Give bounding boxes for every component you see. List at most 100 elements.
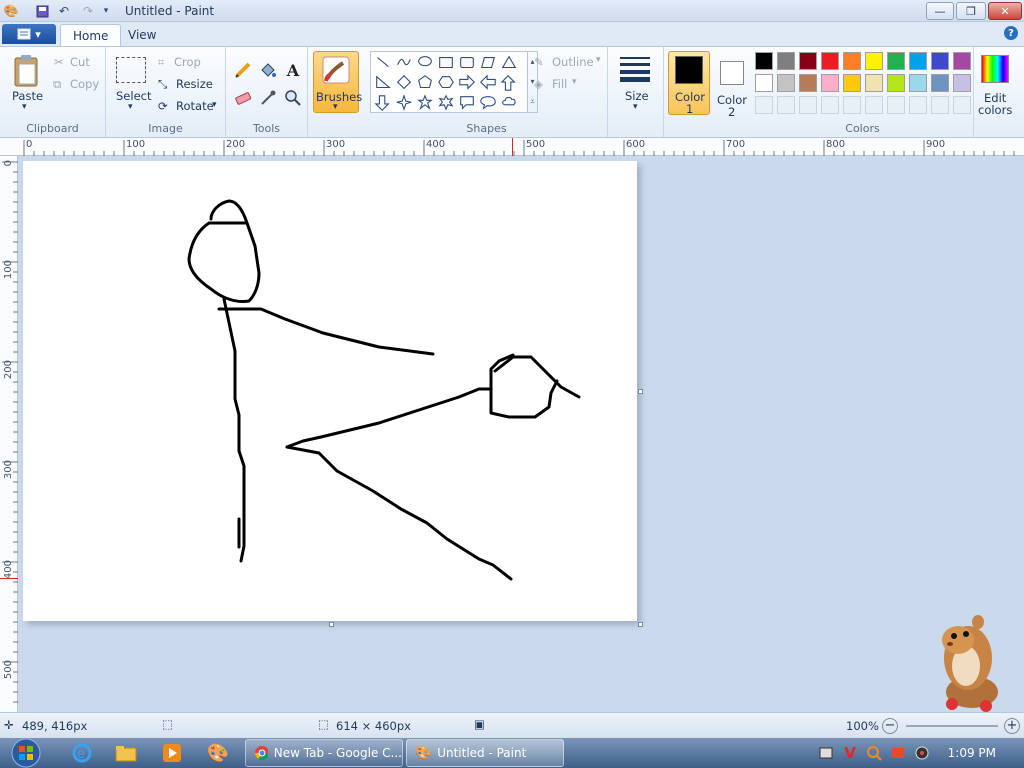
palette-swatch[interactable] [755, 74, 773, 92]
tray-icon-v[interactable]: V [838, 740, 862, 766]
shape-option-icon[interactable] [418, 56, 432, 67]
chevron-down-icon[interactable]: ▾ [22, 102, 27, 112]
palette-custom-slot[interactable] [931, 96, 949, 114]
paste-button[interactable]: Paste [12, 89, 43, 103]
outline-icon[interactable]: ✎ [534, 55, 544, 69]
close-button[interactable]: ✕ [988, 2, 1022, 20]
select-icon[interactable] [116, 57, 146, 83]
shape-option-icon[interactable] [438, 76, 454, 89]
pencil-icon[interactable] [232, 59, 254, 81]
crop-icon[interactable]: ⌗ [158, 55, 164, 70]
text-tool-icon[interactable]: A [282, 59, 304, 81]
palette-custom-slot[interactable] [777, 96, 795, 114]
shape-option-icon[interactable] [396, 75, 412, 90]
cut-icon[interactable]: ✂ [54, 55, 64, 69]
palette-swatch[interactable] [865, 74, 883, 92]
palette-swatch[interactable] [887, 52, 905, 70]
shape-option-icon[interactable] [397, 58, 411, 66]
shape-option-icon[interactable] [500, 75, 516, 91]
palette-swatch[interactable] [777, 52, 795, 70]
fill-button[interactable]: Fill [552, 77, 567, 91]
shape-option-icon[interactable] [417, 94, 433, 110]
media-player-icon[interactable] [154, 740, 190, 766]
canvas-resize-handle-bottom[interactable] [329, 622, 334, 627]
shape-option-icon[interactable] [418, 75, 432, 89]
fill-icon[interactable]: ◈ [534, 77, 543, 91]
palette-swatch[interactable] [953, 74, 971, 92]
tab-home[interactable]: Home [60, 24, 122, 46]
palette-swatch[interactable] [843, 52, 861, 70]
crop-button[interactable]: Crop [174, 55, 201, 69]
start-button[interactable] [6, 738, 46, 768]
color-picker-icon[interactable] [257, 87, 279, 109]
tab-view[interactable]: View [116, 24, 168, 46]
palette-swatch[interactable] [909, 52, 927, 70]
size-button[interactable]: Size [625, 89, 649, 103]
shape-option-icon[interactable] [480, 57, 496, 69]
zoom-slider[interactable] [906, 725, 998, 727]
palette-custom-slot[interactable] [887, 96, 905, 114]
palette-custom-slot[interactable] [755, 96, 773, 114]
palette-swatch[interactable] [843, 74, 861, 92]
shapes-icons[interactable] [371, 52, 529, 114]
outline-button[interactable]: Outline [552, 55, 594, 69]
shape-option-icon[interactable] [396, 94, 412, 112]
palette-custom-slot[interactable] [909, 96, 927, 114]
magnifier-icon[interactable] [282, 87, 304, 109]
undo-icon[interactable]: ↶ [56, 3, 72, 19]
copy-button[interactable]: Copy [70, 77, 99, 91]
shape-option-icon[interactable] [439, 57, 453, 69]
color1-button[interactable]: Color 1 [668, 51, 710, 116]
color2-button[interactable]: Color 2 [713, 51, 751, 119]
drawing-canvas[interactable] [23, 161, 637, 621]
chevron-down-icon[interactable]: ▾ [633, 102, 638, 112]
palette-swatch[interactable] [865, 52, 883, 70]
maximize-button[interactable]: ❐ [956, 2, 986, 20]
save-icon[interactable] [34, 3, 50, 19]
palette-custom-slot[interactable] [865, 96, 883, 114]
palette-swatch[interactable] [909, 74, 927, 92]
palette-custom-slot[interactable] [953, 96, 971, 114]
redo-icon[interactable]: ↷ [80, 3, 96, 19]
shape-option-icon[interactable] [480, 74, 496, 90]
paint-taskbar-icon[interactable]: 🎨 [200, 740, 236, 766]
copy-icon[interactable]: ⧉ [53, 77, 61, 92]
eraser-icon[interactable] [232, 87, 254, 109]
palette-swatch[interactable] [887, 74, 905, 92]
shape-option-icon[interactable] [460, 96, 474, 110]
palette-swatch[interactable] [931, 74, 949, 92]
rotate-icon[interactable]: ⟳ [158, 99, 168, 113]
shape-option-icon[interactable] [377, 57, 389, 68]
palette-swatch[interactable] [799, 74, 817, 92]
chevron-down-icon[interactable]: ▾ [128, 102, 133, 112]
fill-bucket-icon[interactable] [257, 59, 279, 81]
cut-button[interactable]: Cut [70, 55, 90, 69]
palette-custom-slot[interactable] [821, 96, 839, 114]
internet-explorer-icon[interactable]: e [64, 740, 100, 766]
shape-option-icon[interactable] [480, 96, 496, 110]
canvas-resize-handle-corner[interactable] [638, 622, 643, 627]
zoom-in-button[interactable]: + [1004, 718, 1020, 734]
tray-icon-search[interactable] [862, 740, 886, 766]
size-icon[interactable] [618, 55, 652, 83]
resize-button[interactable]: Resize [176, 77, 213, 91]
shape-option-icon[interactable] [376, 75, 391, 89]
minimize-button[interactable]: — [926, 2, 954, 20]
chevron-down-icon[interactable]: ▾ [596, 55, 601, 65]
rotate-button[interactable]: Rotate [176, 99, 214, 113]
palette-custom-slot[interactable] [799, 96, 817, 114]
palette-swatch[interactable] [799, 52, 817, 70]
palette-custom-slot[interactable] [843, 96, 861, 114]
chevron-down-icon[interactable]: ▾ [572, 77, 577, 87]
task-paint[interactable]: 🎨 Untitled - Paint [406, 739, 564, 767]
brushes-button[interactable]: Brushes ▾ [313, 51, 362, 113]
shape-option-icon[interactable] [459, 74, 475, 90]
tray-icon-network[interactable] [814, 740, 838, 766]
task-chrome[interactable]: New Tab - Google C... [245, 739, 403, 767]
paint-app-icon[interactable]: 🎨 [3, 3, 19, 19]
paint-menu-button[interactable]: ▾ [2, 24, 56, 44]
resize-icon[interactable]: ⤡ [158, 77, 167, 92]
palette-swatch[interactable] [931, 52, 949, 70]
shape-option-icon[interactable] [438, 94, 454, 111]
zoom-out-button[interactable]: − [882, 718, 898, 734]
